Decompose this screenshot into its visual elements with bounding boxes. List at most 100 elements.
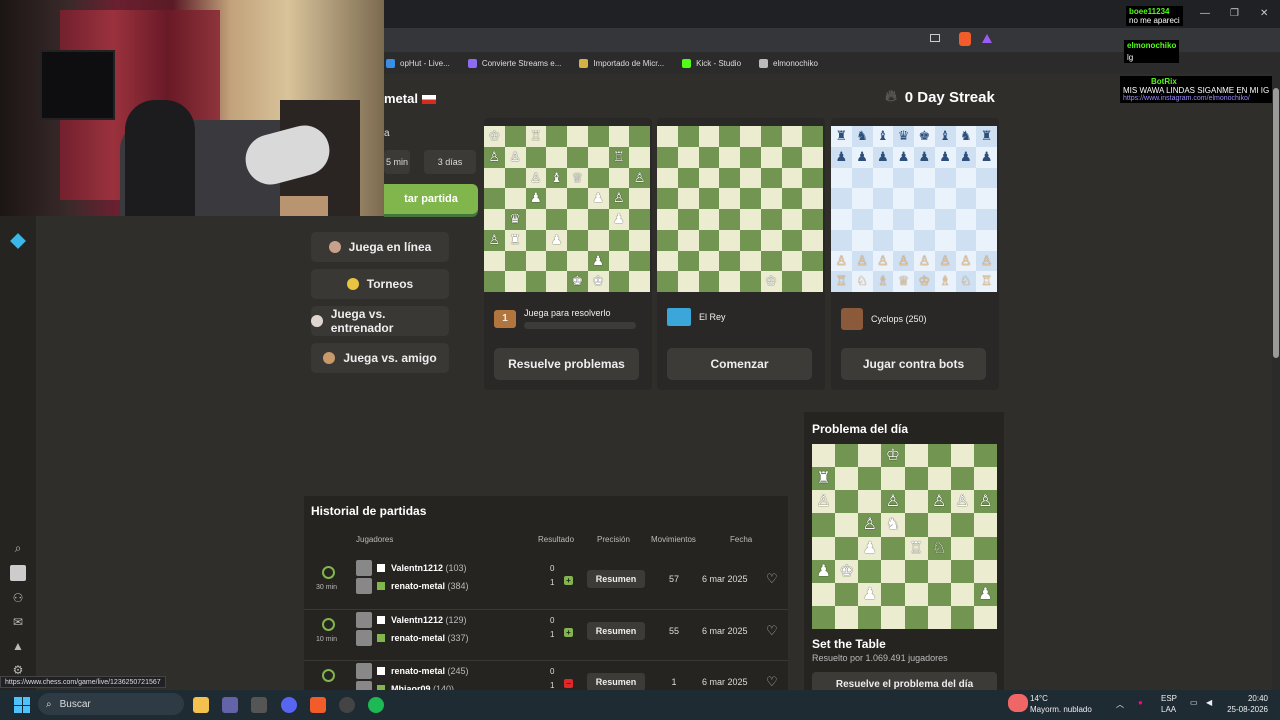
play-friend-button[interactable]: Juega vs. amigo [311, 343, 449, 373]
board-square[interactable] [858, 559, 882, 583]
board-square[interactable] [973, 444, 997, 468]
board-square[interactable] [677, 126, 699, 147]
board-square[interactable]: ♛ [504, 209, 526, 230]
calculator-icon[interactable] [251, 697, 267, 713]
board-square[interactable] [587, 209, 609, 230]
board-square[interactable] [546, 209, 567, 230]
board-square[interactable] [934, 167, 956, 189]
board-square[interactable]: ♗ [934, 271, 956, 292]
board-square[interactable] [781, 229, 803, 251]
taskbar-search[interactable]: ⌕ Buscar [38, 693, 184, 715]
board-square[interactable] [835, 444, 859, 468]
board-square[interactable] [881, 559, 905, 583]
brave-shield-icon[interactable] [959, 32, 971, 46]
board-square[interactable]: ♘ [955, 271, 977, 292]
board-square[interactable]: ♙ [976, 250, 997, 272]
board-square[interactable] [893, 167, 914, 189]
obs-icon[interactable] [339, 697, 355, 713]
avatar[interactable] [356, 578, 372, 594]
board-square[interactable] [719, 126, 740, 147]
board-square[interactable] [567, 188, 588, 209]
board-square[interactable] [719, 250, 740, 272]
board-square[interactable]: ♟ [914, 146, 935, 168]
board-square[interactable] [904, 605, 928, 629]
windows-start-icon[interactable] [14, 697, 30, 713]
board-square[interactable]: ♚ [587, 271, 609, 292]
close-icon[interactable]: ✕ [1260, 8, 1268, 19]
board-square[interactable]: ♔ [484, 126, 505, 147]
player-2[interactable]: renato-metal (384) [391, 581, 469, 591]
board-square[interactable] [484, 167, 505, 189]
board-square[interactable] [802, 250, 823, 272]
board-square[interactable]: ♙ [858, 513, 882, 537]
board-square[interactable]: ♕ [893, 271, 914, 292]
board-square[interactable]: ♙ [881, 490, 905, 514]
board-square[interactable] [677, 229, 699, 251]
bookmark-item[interactable]: Importado de Micr... [579, 58, 664, 68]
board-square[interactable] [872, 209, 894, 230]
board-square[interactable]: ♟ [934, 146, 956, 168]
chevron-up-icon[interactable]: ︿ [1116, 699, 1124, 710]
board-square[interactable] [858, 490, 882, 514]
board-square[interactable] [698, 250, 720, 272]
board-square[interactable] [781, 126, 803, 147]
board-square[interactable] [802, 209, 823, 230]
board-square[interactable] [812, 605, 836, 629]
board-square[interactable]: ♔ [914, 271, 935, 292]
board-square[interactable]: ♞ [851, 126, 873, 147]
board-square[interactable] [802, 167, 823, 189]
board-square[interactable] [504, 188, 526, 209]
board-square[interactable] [835, 490, 859, 514]
board-square[interactable] [872, 188, 894, 209]
bookmark-item[interactable]: Convierte Streams e... [467, 58, 561, 68]
play-bots-button[interactable]: Jugar contra bots [841, 348, 986, 380]
board-square[interactable] [950, 513, 974, 537]
board-square[interactable] [904, 444, 928, 468]
board-square[interactable] [812, 513, 836, 537]
network-icon[interactable]: ▭ [1190, 698, 1198, 707]
board-square[interactable] [608, 167, 630, 189]
board-square[interactable]: ♟ [587, 188, 609, 209]
heart-icon[interactable]: ♡ [766, 623, 778, 639]
board-square[interactable] [950, 582, 974, 606]
board-square[interactable] [904, 513, 928, 537]
board-square[interactable]: ♙ [973, 490, 997, 514]
board-square[interactable] [955, 167, 977, 189]
board-square[interactable] [914, 229, 935, 251]
board-square[interactable] [546, 250, 567, 272]
board-square[interactable] [657, 167, 678, 189]
board-square[interactable] [698, 271, 720, 292]
board-square[interactable] [927, 582, 951, 606]
board-square[interactable]: ♜ [504, 229, 526, 251]
solve-puzzles-button[interactable]: Resuelve problemas [494, 348, 639, 380]
brave-icon[interactable] [310, 697, 326, 713]
board-square[interactable]: ♟ [976, 146, 997, 168]
board-square[interactable] [950, 536, 974, 560]
board-square[interactable] [698, 209, 720, 230]
board-square[interactable] [546, 271, 567, 292]
board-square[interactable] [851, 188, 873, 209]
board-square[interactable] [950, 467, 974, 491]
board-square[interactable] [781, 146, 803, 168]
avatar[interactable] [356, 663, 372, 679]
board-square[interactable]: ♟ [812, 559, 836, 583]
board-square[interactable] [587, 229, 609, 251]
restore-icon[interactable]: ❐ [1230, 8, 1239, 19]
board-square[interactable] [525, 209, 547, 230]
board-square[interactable]: ♟ [955, 146, 977, 168]
board-square[interactable] [567, 146, 588, 168]
board-square[interactable]: ♔ [881, 444, 905, 468]
board-square[interactable] [781, 271, 803, 292]
board-square[interactable] [927, 444, 951, 468]
board-square[interactable]: ♘ [927, 536, 951, 560]
table-row[interactable]: renato-metal (245) Mhiaor09 (140) 0 1− Resum… [304, 660, 788, 692]
board-square[interactable]: ♖ [608, 146, 630, 168]
board-square[interactable]: ♟ [525, 188, 547, 209]
board-square[interactable]: ♟ [858, 536, 882, 560]
board-square[interactable]: ♟ [608, 209, 630, 230]
board-square[interactable] [893, 188, 914, 209]
board-square[interactable] [677, 146, 699, 168]
board-square[interactable] [858, 605, 882, 629]
play-online-button[interactable]: Juega en línea [311, 232, 449, 262]
board-square[interactable] [719, 167, 740, 189]
